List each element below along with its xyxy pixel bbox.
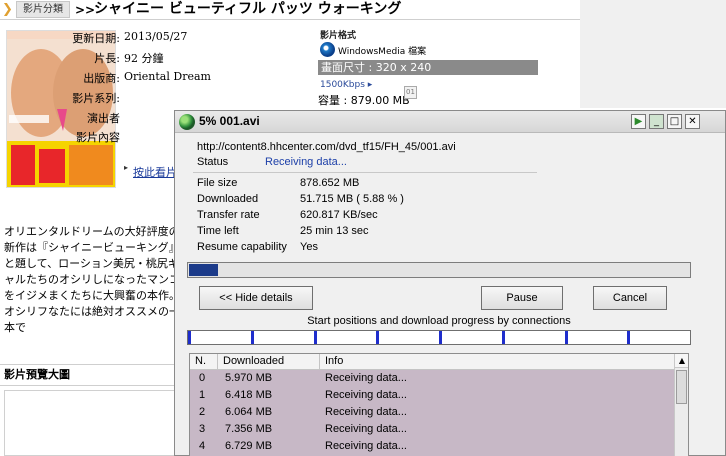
player-label: WindowsMedia 檔案 xyxy=(338,47,427,57)
download-small-icon[interactable]: 01 xyxy=(404,86,417,99)
connection-marker xyxy=(188,331,191,344)
row-downloaded: 7.356 MB xyxy=(225,423,273,435)
file-size-label: 容量 : 879.00 MB xyxy=(318,94,410,107)
category-tab[interactable]: 影片分類 xyxy=(16,1,70,18)
list-row[interactable]: 1 6.418 MB Receiving data... xyxy=(190,387,674,404)
info-value: 25 min 13 sec xyxy=(300,225,369,237)
connection-marker xyxy=(376,331,379,344)
description-text: オリエンタルドリームの大好評度の新作は『シャイニービューキング』と題して、ローシ… xyxy=(4,225,180,334)
info-label: Transfer rate xyxy=(197,209,260,221)
row-info: Receiving data... xyxy=(325,372,407,384)
info-label: Resume capability xyxy=(197,241,287,253)
connection-marker xyxy=(502,331,505,344)
link-bullet-icon: ▸ xyxy=(124,163,129,172)
bitrate-link[interactable]: 1500Kbps ▸ xyxy=(320,80,372,90)
meta-label: 更新日期: xyxy=(72,32,120,45)
row-downloaded: 6.064 MB xyxy=(225,406,273,418)
meta-value: 2013/05/27 xyxy=(124,30,188,43)
meta-value: 92 分鐘 xyxy=(124,52,164,65)
connection-marker xyxy=(251,331,254,344)
list-row[interactable]: 2 6.064 MB Receiving data... xyxy=(190,404,674,421)
connection-marker xyxy=(314,331,317,344)
chevron-icon: ❯ xyxy=(2,2,13,17)
connections-list[interactable]: N. Downloaded Info 0 5.970 MB Receiving … xyxy=(189,353,689,456)
preview-section-title: 影片預覽大圖 xyxy=(0,364,182,386)
page-gutter xyxy=(580,0,726,108)
row-number: 3 xyxy=(199,423,206,435)
row-number: 0 xyxy=(199,372,206,384)
connection-marker xyxy=(439,331,442,344)
info-value: Yes xyxy=(300,241,318,253)
minimize-icon[interactable]: _ xyxy=(649,114,664,129)
row-info: Receiving data... xyxy=(325,406,407,418)
connection-marker xyxy=(565,331,568,344)
list-row[interactable]: 4 6.729 MB Receiving data... xyxy=(190,438,674,455)
list-row[interactable]: 0 5.970 MB Receiving data... xyxy=(190,370,674,387)
dialog-titlebar[interactable]: 5% 001.avi ▶ _ □ ✕ xyxy=(175,111,725,133)
windows-media-icon xyxy=(320,42,335,57)
page-title: シャイニー ビューティフル パッツ ウォーキング xyxy=(94,1,402,17)
list-row[interactable]: 3 7.356 MB Receiving data... xyxy=(190,421,674,438)
info-value: 878.652 MB xyxy=(300,177,360,189)
info-value: 51.715 MB ( 5.88 % ) xyxy=(300,193,404,205)
row-downloaded: 5.970 MB xyxy=(225,372,273,384)
pause-button[interactable]: Pause xyxy=(481,286,563,310)
column-header-n[interactable]: N. xyxy=(190,354,218,370)
scroll-up-icon[interactable]: ▲ xyxy=(675,354,688,368)
download-progress-bar xyxy=(187,262,691,278)
preview-image-area xyxy=(4,390,180,456)
info-value: 620.817 KB/sec xyxy=(300,209,378,221)
maximize-icon[interactable]: □ xyxy=(667,114,682,129)
progress-fill xyxy=(189,264,218,276)
info-label: File size xyxy=(197,177,238,189)
column-header-info[interactable]: Info xyxy=(320,354,674,370)
row-number: 4 xyxy=(199,440,206,452)
watch-link[interactable]: 按此看片 xyxy=(133,164,177,180)
close-icon[interactable]: ✕ xyxy=(685,114,700,129)
hide-details-button[interactable]: << Hide details xyxy=(199,286,313,310)
meta-label: 影片內容 xyxy=(76,131,120,144)
download-dialog: 5% 001.avi ▶ _ □ ✕ http://content8.hhcen… xyxy=(174,110,726,456)
row-number: 2 xyxy=(199,406,206,418)
row-downloaded: 6.729 MB xyxy=(225,440,273,452)
connections-progress-bar xyxy=(187,330,691,345)
meta-value: Oriental Dream xyxy=(124,70,211,83)
screen: ❯ 影片分類 >> シャイニー ビューティフル パッツ ウォーキング 更新日期:… xyxy=(0,0,726,456)
connections-caption: Start positions and download progress by… xyxy=(307,315,571,327)
info-label: Time left xyxy=(197,225,239,237)
format-section-title: 影片格式 xyxy=(320,31,357,41)
row-downloaded: 6.418 MB xyxy=(225,389,273,401)
divider xyxy=(193,172,537,173)
breadcrumb-separator: >> xyxy=(75,3,96,17)
connection-marker xyxy=(627,331,630,344)
column-header-downloaded[interactable]: Downloaded xyxy=(218,354,320,370)
row-number: 1 xyxy=(199,389,206,401)
list-header: N. Downloaded Info xyxy=(190,354,674,370)
row-info: Receiving data... xyxy=(325,440,407,452)
cancel-button[interactable]: Cancel xyxy=(593,286,667,310)
scroll-thumb[interactable] xyxy=(676,370,687,404)
dialog-title: 5% 001.avi xyxy=(199,114,260,128)
download-manager-icon xyxy=(179,114,195,130)
row-info: Receiving data... xyxy=(325,389,407,401)
resolution-box: 畫面尺寸 : 320 x 240 xyxy=(318,60,538,75)
meta-label: 影片系列: xyxy=(72,92,120,105)
meta-label: 片長: xyxy=(94,52,120,65)
row-info: Receiving data... xyxy=(325,423,407,435)
meta-label: 出版商: xyxy=(83,72,120,85)
status-label: Status xyxy=(197,156,229,168)
play-icon[interactable]: ▶ xyxy=(631,114,646,129)
header-bar: ❯ 影片分類 >> シャイニー ビューティフル パッツ ウォーキング xyxy=(0,0,580,20)
status-value: Receiving data... xyxy=(265,156,347,168)
list-body: 0 5.970 MB Receiving data... 1 6.418 MB … xyxy=(190,370,674,456)
download-url: http://content8.hhcenter.com/dvd_tf15/FH… xyxy=(197,141,456,153)
meta-label: 演出者 xyxy=(87,112,120,125)
vertical-scrollbar[interactable]: ▲ xyxy=(674,354,688,456)
info-label: Downloaded xyxy=(197,193,259,205)
